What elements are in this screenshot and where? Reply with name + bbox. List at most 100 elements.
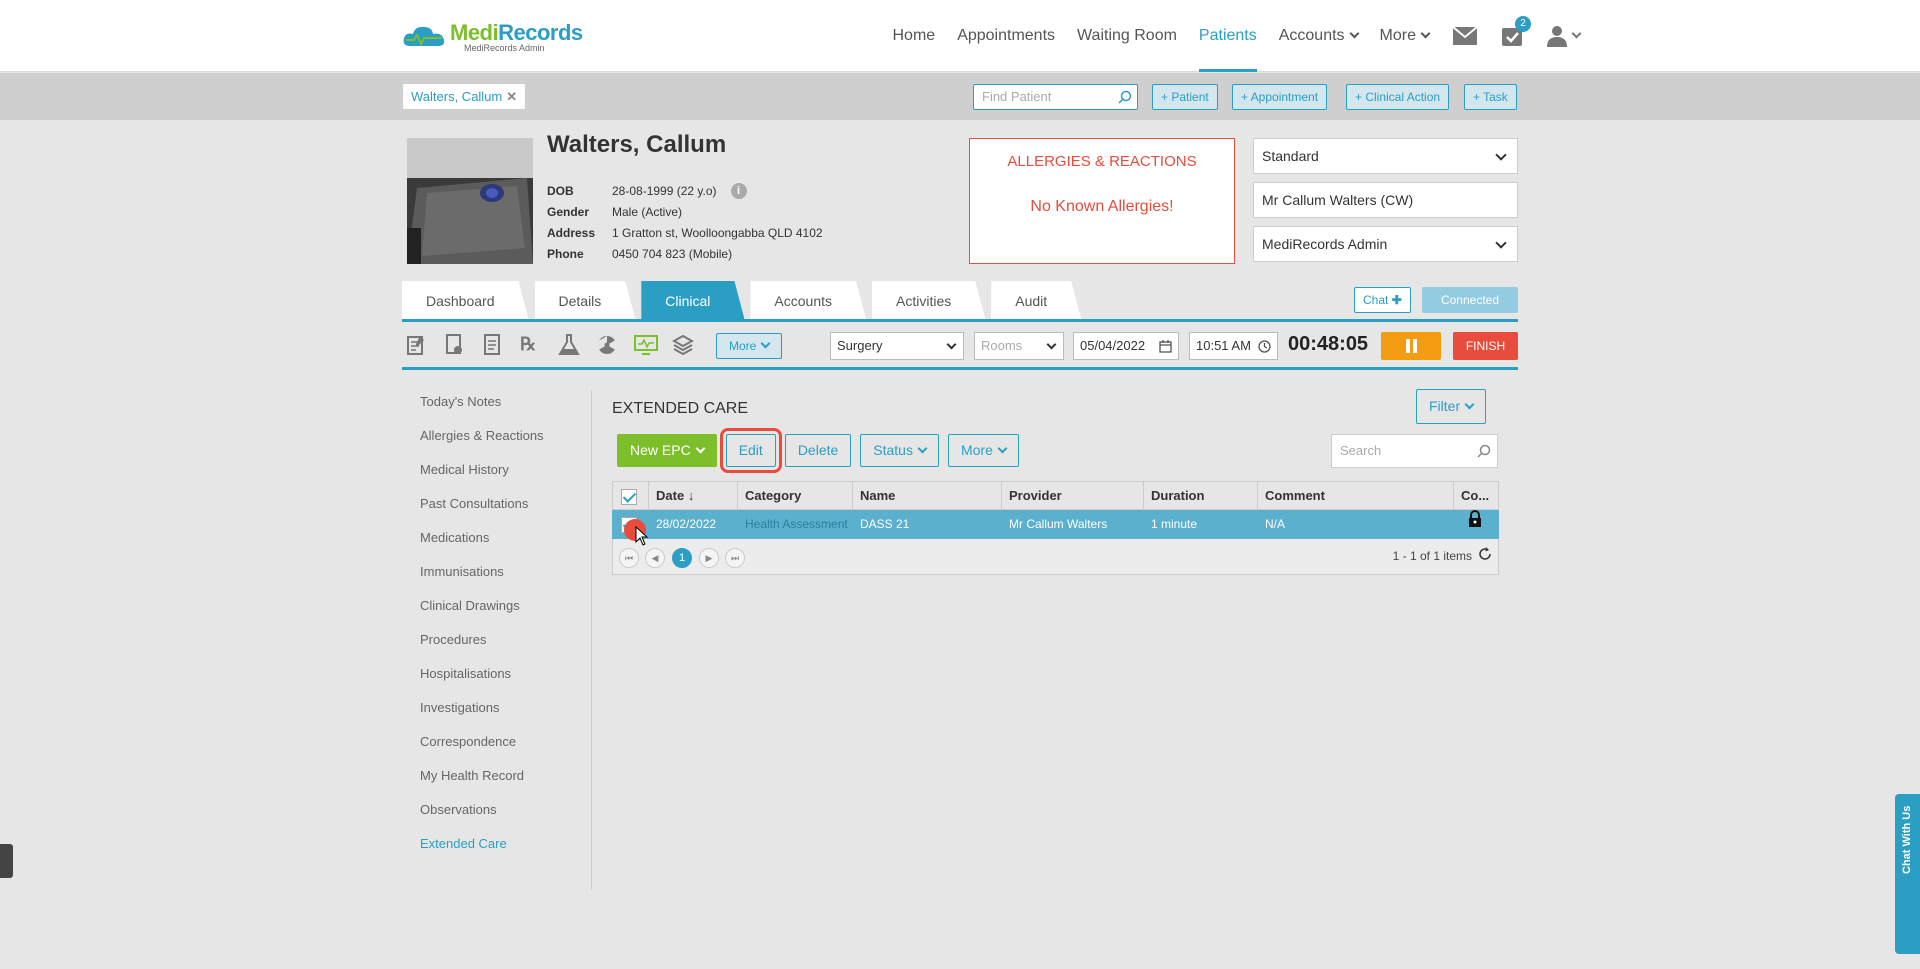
side-widget-handle[interactable] <box>0 844 13 878</box>
radiation-icon[interactable] <box>596 334 618 356</box>
grid-header: Date ↓ Category Name Provider Duration C… <box>612 481 1499 510</box>
sidenav-extended-care[interactable]: Extended Care <box>402 832 591 866</box>
table-row[interactable]: 28/02/2022 Health Assessment DASS 21 Mr … <box>612 510 1499 539</box>
sidenav-medications[interactable]: Medications <box>402 526 591 560</box>
page-number[interactable]: 1 <box>672 548 692 568</box>
logo[interactable]: MediRecords MediRecords Admin <box>402 20 583 53</box>
practice-select[interactable]: MediRecords Admin <box>1253 226 1518 262</box>
add-clinical-action-button[interactable]: + Clinical Action <box>1346 84 1450 110</box>
top-navigation-bar: MediRecords MediRecords Admin Home Appoi… <box>0 0 1920 72</box>
sidenav-investigations[interactable]: Investigations <box>402 696 591 730</box>
prev-page-icon[interactable]: ◀ <box>645 548 665 568</box>
address-value: 1 Gratton st, Woolloongabba QLD 4102 <box>612 225 823 240</box>
find-patient-input[interactable]: Find Patient <box>973 84 1138 110</box>
first-page-icon[interactable]: ⏮ <box>619 548 639 568</box>
nav-more[interactable]: More <box>1380 0 1431 72</box>
monitor-icon[interactable] <box>634 334 658 356</box>
pause-button[interactable] <box>1381 332 1441 360</box>
mail-icon[interactable] <box>1453 0 1477 72</box>
add-patient-button[interactable]: + Patient <box>1152 84 1218 110</box>
chat-button[interactable]: Chat ✚ <box>1354 287 1411 313</box>
add-appointment-button[interactable]: + Appointment <box>1232 84 1328 110</box>
open-patient-tab[interactable]: Walters, Callum ✕ <box>402 83 527 110</box>
edit-button[interactable]: Edit <box>719 428 782 473</box>
tab-details[interactable]: Details <box>535 281 636 319</box>
calendar-icon[interactable] <box>1159 340 1172 353</box>
mouse-cursor-icon <box>635 526 649 546</box>
clinical-toolbar: ℞ More Surgery Rooms 05/04/2022 10:51 AM… <box>402 326 1518 362</box>
row-date: 28/02/2022 <box>656 517 717 531</box>
status-button[interactable]: Status <box>860 434 939 467</box>
action-buttons: New EPC Edit Delete Status More <box>617 428 1028 473</box>
delete-button[interactable]: Delete <box>784 434 852 467</box>
allergies-panel[interactable]: ALLERGIES & REACTIONS No Known Allergies… <box>969 138 1235 264</box>
user-menu[interactable] <box>1547 0 1582 72</box>
tab-clinical[interactable]: Clinical <box>641 281 744 319</box>
sidenav-immunisations[interactable]: Immunisations <box>402 560 591 594</box>
sidenav-procedures[interactable]: Procedures <box>402 628 591 662</box>
filter-button[interactable]: Filter <box>1416 389 1487 424</box>
info-icon[interactable]: i <box>730 182 747 199</box>
clock-icon[interactable] <box>1258 340 1271 353</box>
sidenav-past-consultations[interactable]: Past Consultations <box>402 492 591 526</box>
search-input[interactable]: Search <box>1331 434 1498 468</box>
row-duration: 1 minute <box>1151 517 1198 531</box>
next-page-icon[interactable]: ▶ <box>699 548 719 568</box>
tab-activities[interactable]: Activities <box>872 281 985 319</box>
col-category[interactable]: Category <box>737 482 852 509</box>
time-field[interactable]: 10:51 AM <box>1189 332 1278 360</box>
sidenav-hospitalisations[interactable]: Hospitalisations <box>402 662 591 696</box>
nav-appointments[interactable]: Appointments <box>957 0 1055 72</box>
col-comment[interactable]: Comment <box>1257 482 1453 509</box>
location-select[interactable]: Surgery <box>830 332 964 360</box>
col-co[interactable]: Co... <box>1453 482 1499 509</box>
chevron-down-icon <box>1046 339 1057 350</box>
new-epc-button[interactable]: New EPC <box>617 434 717 467</box>
search-icon <box>1477 444 1491 458</box>
patient-photo[interactable] <box>407 138 533 264</box>
prescription-icon[interactable]: ℞ <box>520 334 542 356</box>
col-duration[interactable]: Duration <box>1143 482 1257 509</box>
document-icon[interactable] <box>444 334 466 356</box>
tasks-icon[interactable]: 2 <box>1501 0 1531 72</box>
tab-audit[interactable]: Audit <box>991 281 1081 319</box>
close-icon[interactable]: ✕ <box>506 89 517 104</box>
nav-accounts[interactable]: Accounts <box>1279 0 1359 72</box>
nav-patients[interactable]: Patients <box>1198 0 1257 72</box>
select-all-checkbox[interactable] <box>612 482 648 509</box>
billing-select[interactable]: Standard <box>1253 138 1518 174</box>
toolbar-more-button[interactable]: More <box>716 333 783 359</box>
report-icon[interactable] <box>482 334 504 356</box>
lock-icon <box>1453 510 1499 539</box>
sidenav-correspondence[interactable]: Correspondence <box>402 730 591 764</box>
layers-icon[interactable] <box>671 334 695 356</box>
chevron-down-icon <box>695 443 706 454</box>
sidenav-my-health-record[interactable]: My Health Record <box>402 764 591 798</box>
last-page-icon[interactable]: ⏭ <box>725 548 745 568</box>
refresh-icon[interactable] <box>1478 547 1492 564</box>
patient-name: Walters, Callum <box>547 131 727 158</box>
sidenav-todays-notes[interactable]: Today's Notes <box>402 390 591 424</box>
notes-icon[interactable] <box>406 334 428 356</box>
nav-waiting-room[interactable]: Waiting Room <box>1077 0 1177 72</box>
sidenav-clinical-drawings[interactable]: Clinical Drawings <box>402 594 591 628</box>
rooms-select[interactable]: Rooms <box>974 332 1064 360</box>
gender-value: Male (Active) <box>612 204 683 219</box>
tab-dashboard[interactable]: Dashboard <box>402 281 529 319</box>
finish-button[interactable]: FINISH <box>1453 332 1518 360</box>
date-field[interactable]: 05/04/2022 <box>1073 332 1179 360</box>
col-provider[interactable]: Provider <box>1001 482 1143 509</box>
chat-with-us-widget[interactable]: Chat With Us <box>1895 794 1920 954</box>
provider-field[interactable]: Mr Callum Walters (CW) <box>1253 182 1518 218</box>
col-name[interactable]: Name <box>852 482 1001 509</box>
add-task-button[interactable]: + Task <box>1464 84 1517 110</box>
more-button[interactable]: More <box>947 434 1019 467</box>
row-category-link[interactable]: Health Assessment <box>737 510 852 539</box>
sidenav-observations[interactable]: Observations <box>402 798 591 832</box>
tab-accounts[interactable]: Accounts <box>750 281 866 319</box>
sidenav-allergies[interactable]: Allergies & Reactions <box>402 424 591 458</box>
nav-home[interactable]: Home <box>893 0 936 72</box>
col-date[interactable]: Date ↓ <box>648 482 737 509</box>
lab-flask-icon[interactable] <box>558 334 580 356</box>
sidenav-medical-history[interactable]: Medical History <box>402 458 591 492</box>
